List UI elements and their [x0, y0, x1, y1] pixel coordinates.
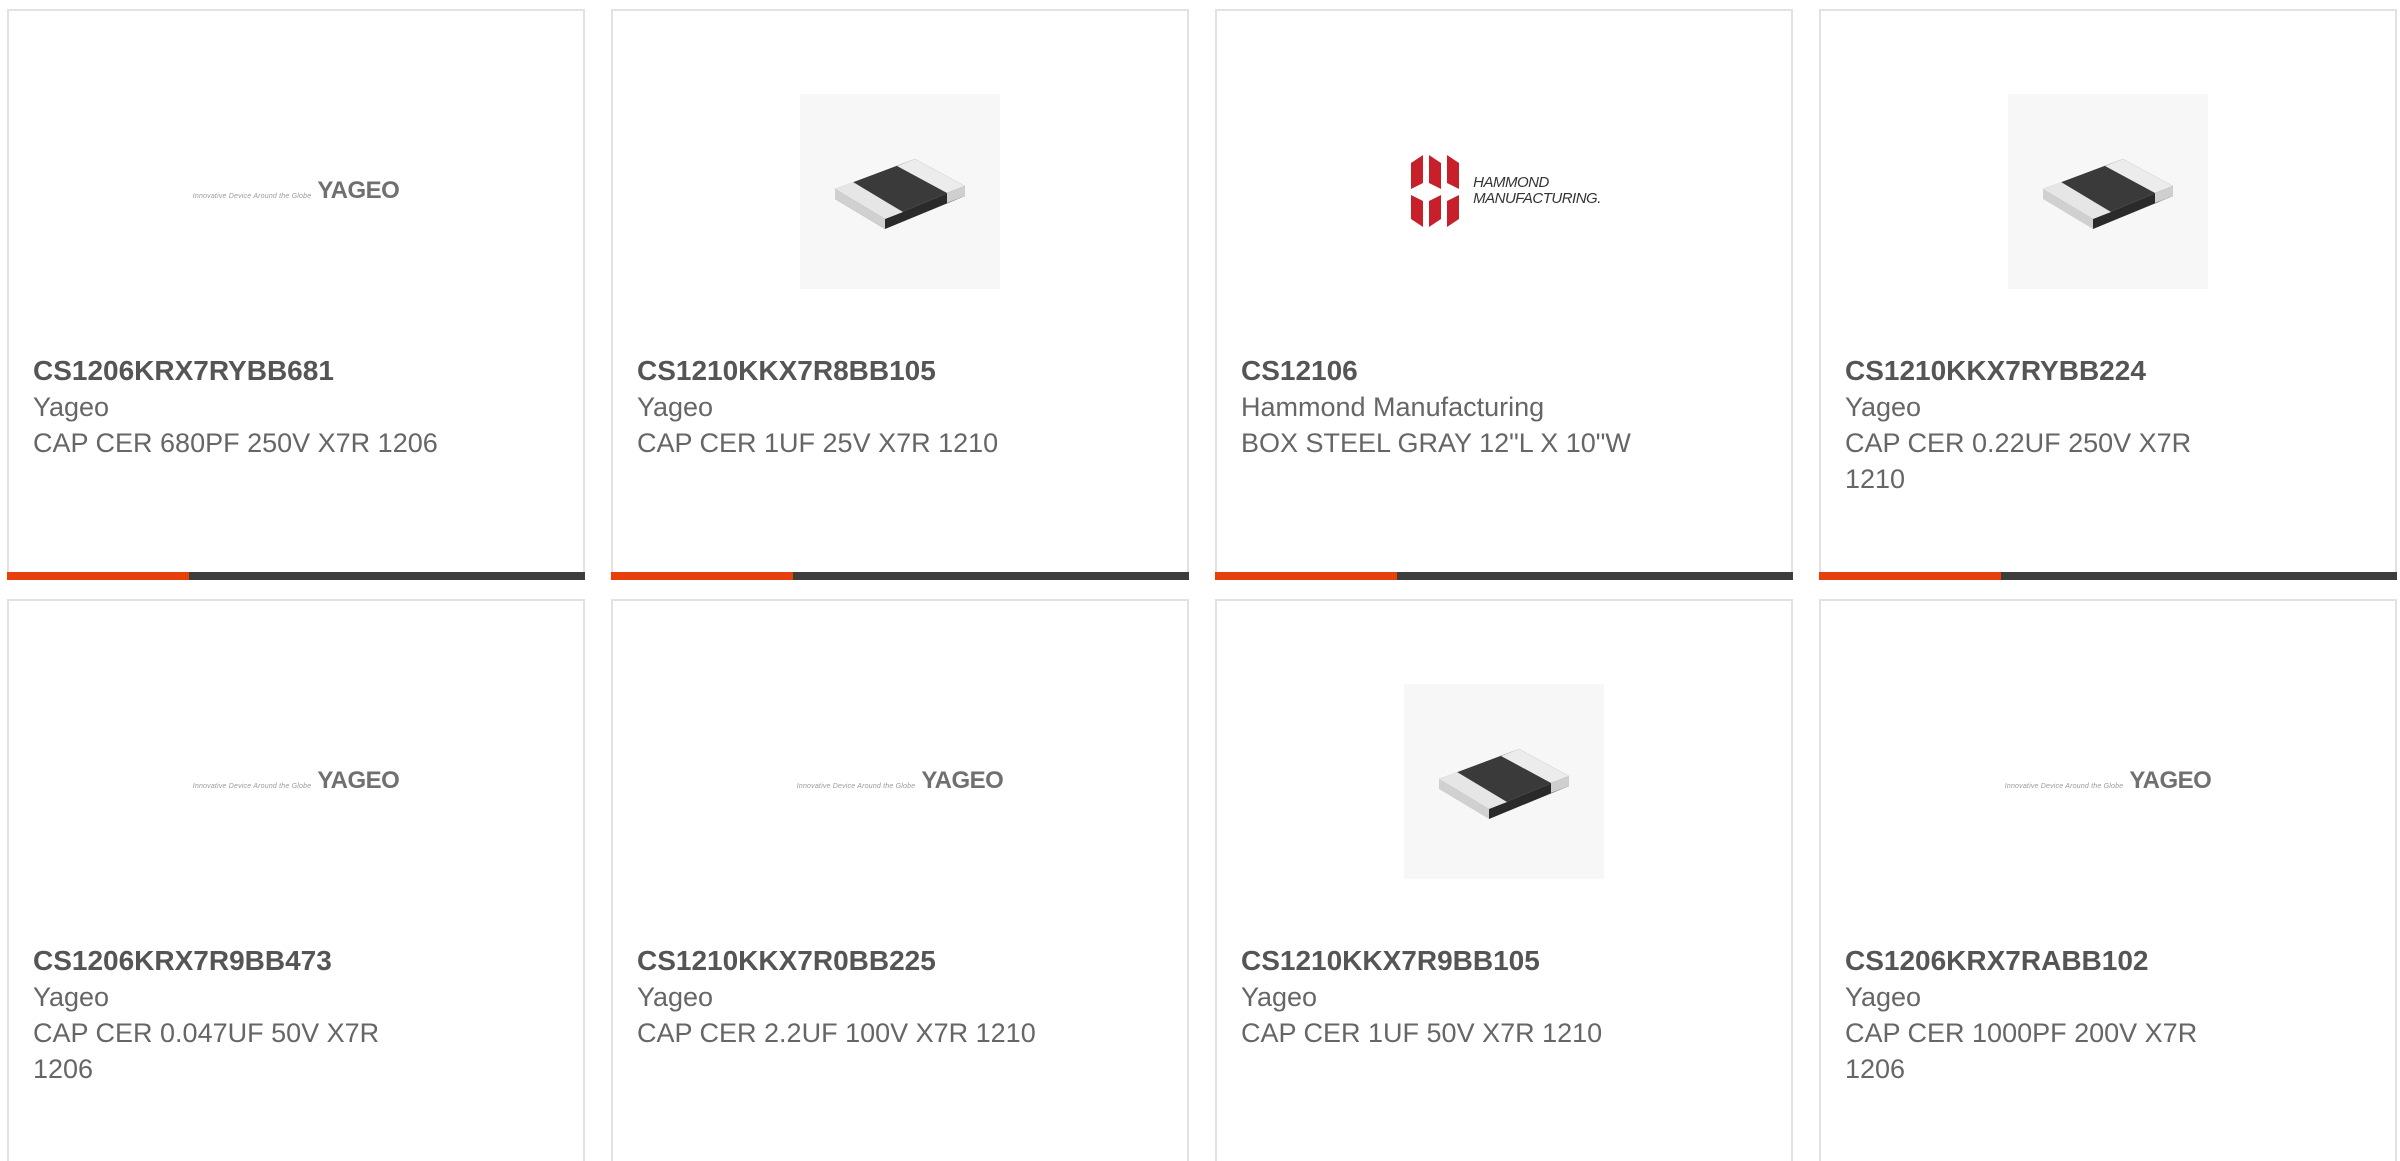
- product-card[interactable]: Innovative Device Around the Globe YAGEO…: [1819, 599, 2397, 1161]
- description: CAP CER 1UF 25V X7R 1210: [637, 428, 999, 458]
- manufacturer: Yageo: [33, 392, 110, 422]
- product-image: [1821, 81, 2395, 301]
- card-bar-accent: [7, 572, 189, 580]
- part-number[interactable]: CS1210KKX7R9BB105: [1241, 943, 1761, 979]
- product-image: Innovative Device Around the Globe YAGEO: [613, 671, 1187, 891]
- manufacturer: Yageo: [1845, 982, 1922, 1012]
- product-card[interactable]: HAMMOND MANUFACTURING. CS12106 Hammond M…: [1215, 9, 1793, 580]
- product-image: Innovative Device Around the Globe YAGEO: [9, 81, 583, 301]
- hammond-logo: HAMMOND MANUFACTURING.: [1407, 153, 1601, 229]
- manufacturer: Yageo: [1845, 392, 1922, 422]
- manufacturer: Hammond Manufacturing: [1241, 392, 1545, 422]
- part-number[interactable]: CS1206KRX7RYBB681: [33, 353, 553, 389]
- product-card[interactable]: CS1210KKX7R9BB105 Yageo CAP CER 1UF 50V …: [1215, 599, 1793, 1161]
- part-number[interactable]: CS12106: [1241, 353, 1761, 389]
- description: BOX STEEL GRAY 12"L X 10"W: [1241, 428, 1631, 458]
- product-card[interactable]: Innovative Device Around the Globe YAGEO…: [7, 9, 585, 580]
- chip-capacitor-image: [1404, 683, 1604, 879]
- yageo-logo: Innovative Device Around the Globe YAGEO: [192, 767, 400, 794]
- card-bar: [1819, 572, 2397, 580]
- hammond-mark-icon: [1411, 155, 1460, 227]
- yageo-logo: Innovative Device Around the Globe YAGEO: [192, 177, 400, 204]
- part-number[interactable]: CS1210KKX7R0BB225: [637, 943, 1157, 979]
- description: CAP CER 2.2UF 100V X7R 1210: [637, 1018, 1036, 1048]
- manufacturer: Yageo: [33, 982, 110, 1012]
- part-number[interactable]: CS1210KKX7RYBB224: [1845, 353, 2365, 389]
- product-card[interactable]: Innovative Device Around the Globe YAGEO…: [7, 599, 585, 1161]
- description: CAP CER 1000PF 200V X7R 1206: [1845, 1018, 2198, 1084]
- product-card[interactable]: Innovative Device Around the Globe YAGEO…: [611, 599, 1189, 1161]
- part-number[interactable]: CS1206KRX7RABB102: [1845, 943, 2365, 979]
- description: CAP CER 0.22UF 250V X7R 1210: [1845, 428, 2192, 494]
- chip-capacitor-image: [2008, 93, 2208, 289]
- yageo-logo: Innovative Device Around the Globe YAGEO: [2004, 767, 2212, 794]
- yageo-logo: Innovative Device Around the Globe YAGEO: [796, 767, 1004, 794]
- card-bar: [611, 572, 1189, 580]
- description: CAP CER 1UF 50V X7R 1210: [1241, 1018, 1603, 1048]
- product-card[interactable]: CS1210KKX7RYBB224 Yageo CAP CER 0.22UF 2…: [1819, 9, 2397, 580]
- product-image: [1217, 671, 1791, 891]
- part-number[interactable]: CS1210KKX7R8BB105: [637, 353, 1157, 389]
- card-bar-accent: [1215, 572, 1397, 580]
- manufacturer: Yageo: [1241, 982, 1318, 1012]
- description: CAP CER 0.047UF 50V X7R 1206: [33, 1018, 380, 1084]
- product-card[interactable]: CS1210KKX7R8BB105 Yageo CAP CER 1UF 25V …: [611, 9, 1189, 580]
- card-bar-accent: [1819, 572, 2001, 580]
- description: CAP CER 680PF 250V X7R 1206: [33, 428, 438, 458]
- card-bar: [7, 572, 585, 580]
- part-number[interactable]: CS1206KRX7R9BB473: [33, 943, 553, 979]
- card-bar-accent: [611, 572, 793, 580]
- card-bar: [1215, 572, 1793, 580]
- manufacturer: Yageo: [637, 392, 714, 422]
- product-image: Innovative Device Around the Globe YAGEO: [1821, 671, 2395, 891]
- product-image: Innovative Device Around the Globe YAGEO: [9, 671, 583, 891]
- chip-capacitor-image: [800, 93, 1000, 289]
- manufacturer: Yageo: [637, 982, 714, 1012]
- product-image: [613, 81, 1187, 301]
- product-grid: Innovative Device Around the Globe YAGEO…: [0, 0, 2400, 1161]
- product-image: HAMMOND MANUFACTURING.: [1217, 81, 1791, 301]
